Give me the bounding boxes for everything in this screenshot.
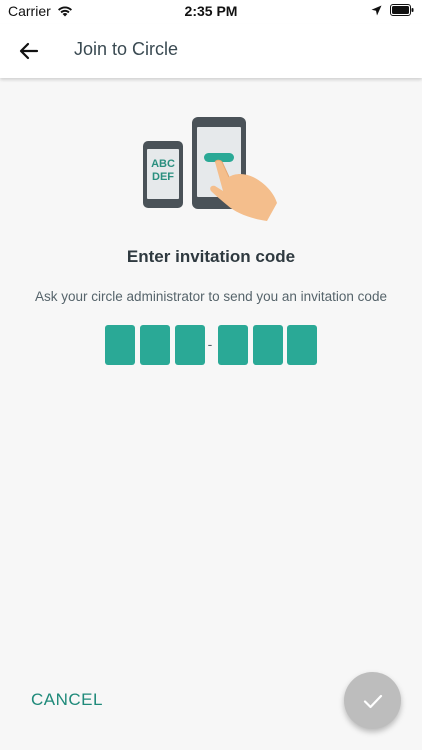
confirm-button[interactable] [344,672,401,729]
battery-icon [390,4,414,16]
checkmark-icon [363,694,382,708]
status-time: 2:35 PM [184,3,238,19]
code-digit-4[interactable] [218,325,248,365]
arrow-left-icon [19,42,39,60]
code-digit-6[interactable] [287,325,317,365]
code-digit-1[interactable] [105,325,135,365]
back-button[interactable] [14,36,44,66]
instruction-text: Ask your circle administrator to send yo… [35,289,387,304]
phones-illustration: ABC DEF [141,115,281,225]
app-bar: Join to Circle [0,24,422,78]
phone-text-line2: DEF [152,171,174,183]
headline: Enter invitation code [126,247,296,266]
phone-text-line1: ABC [151,158,175,170]
cancel-button[interactable]: CANCEL [31,690,103,710]
code-digit-3[interactable] [175,325,205,365]
code-digit-5[interactable] [253,325,283,365]
location-arrow-icon [371,5,382,15]
phones-illustration-graphic: ABC DEF [143,117,277,221]
code-digit-2[interactable] [140,325,170,365]
status-right [363,4,414,16]
invitation-code-input[interactable]: - [105,325,317,365]
status-bar: Carrier 2:35 PM [0,0,422,24]
page-title: Join to Circle [74,39,179,59]
code-separator: - [207,336,213,352]
